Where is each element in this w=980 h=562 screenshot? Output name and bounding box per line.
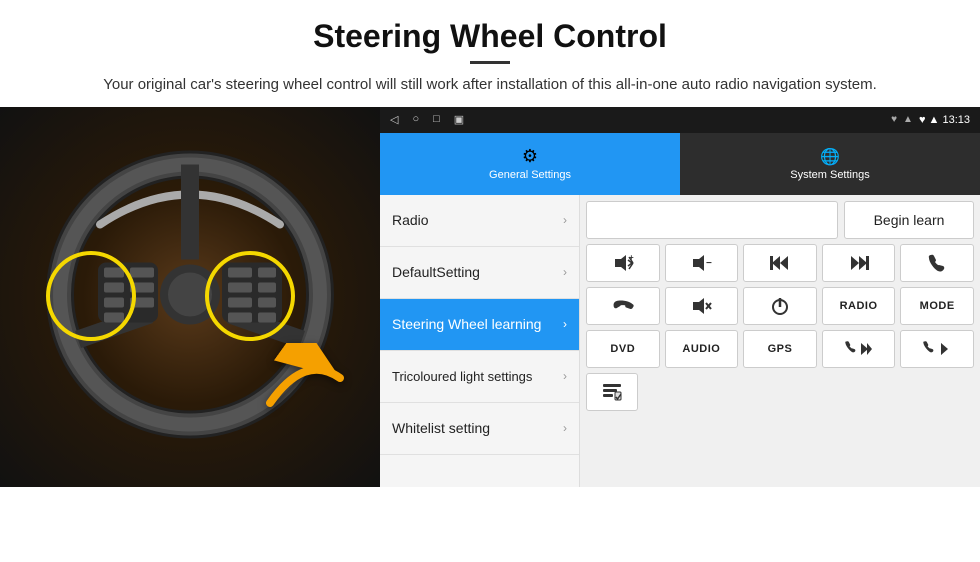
title-divider [470, 61, 510, 64]
home-icon[interactable]: ○ [412, 113, 419, 126]
main-content: Radio › DefaultSetting › Steering Wheel … [380, 195, 980, 487]
android-panel: ◁ ○ □ ▣ ♥ ▲ ♥ ▲ 13:13 ⚙ General Settings… [380, 107, 980, 487]
svg-text:−: − [706, 258, 712, 269]
tab-bar: ⚙ General Settings 🌐 System Settings [380, 133, 980, 195]
menu-item-whitelist[interactable]: Whitelist setting › [380, 403, 579, 455]
volume-up-button[interactable]: + [586, 244, 660, 282]
menu-item-radio-label: Radio [392, 212, 563, 228]
phone-hangup-button[interactable] [586, 287, 660, 325]
menu-item-steering[interactable]: Steering Wheel learning › [380, 299, 579, 351]
car-image-panel [0, 107, 380, 487]
learn-input[interactable] [586, 201, 838, 239]
tab-general[interactable]: ⚙ General Settings [380, 133, 680, 195]
status-bar-right: ♥ ▲ ♥ ▲ 13:13 [891, 114, 970, 126]
page-title: Steering Wheel Control [40, 18, 940, 55]
radio-button[interactable]: RADIO [822, 287, 896, 325]
whitelist-icon-button[interactable] [586, 373, 638, 411]
whitelist-row [586, 373, 974, 411]
recents-icon[interactable]: □ [433, 113, 440, 126]
page-header: Steering Wheel Control Your original car… [0, 0, 980, 107]
chevron-icon-steering: › [563, 317, 567, 331]
phone-answer-button[interactable] [900, 244, 974, 282]
phone-next-button[interactable] [900, 330, 974, 368]
chevron-icon-whitelist: › [563, 421, 567, 435]
begin-learn-button[interactable]: Begin learn [844, 201, 974, 239]
button-row-2: RADIO MODE [586, 287, 974, 325]
status-bar-left: ◁ ○ □ ▣ [390, 113, 464, 126]
highlight-circle-right [205, 251, 295, 341]
clock: ♥ ▲ 13:13 [919, 114, 970, 126]
system-settings-icon: 🌐 [820, 147, 840, 167]
control-panel: Begin learn + [580, 195, 980, 487]
menu-item-whitelist-label: Whitelist setting [392, 420, 563, 436]
status-bar: ◁ ○ □ ▣ ♥ ▲ ♥ ▲ 13:13 [380, 107, 980, 133]
chevron-icon-default: › [563, 265, 567, 279]
audio-button[interactable]: AUDIO [665, 330, 739, 368]
page-subtitle: Your original car's steering wheel contr… [40, 74, 940, 97]
menu-item-default-label: DefaultSetting [392, 264, 563, 280]
signal-icon: ▲ [903, 114, 913, 125]
screenshot-icon[interactable]: ▣ [454, 113, 464, 126]
menu-item-steering-label: Steering Wheel learning [392, 316, 563, 332]
content-area: ◁ ○ □ ▣ ♥ ▲ ♥ ▲ 13:13 ⚙ General Settings… [0, 107, 980, 487]
menu-item-radio[interactable]: Radio › [380, 195, 579, 247]
button-row-3: DVD AUDIO GPS [586, 330, 974, 368]
power-button[interactable] [743, 287, 817, 325]
back-icon[interactable]: ◁ [390, 113, 398, 126]
general-settings-icon: ⚙ [522, 146, 538, 167]
next-track-button[interactable] [822, 244, 896, 282]
button-row-1: + − [586, 244, 974, 282]
begin-learn-row: Begin learn [586, 201, 974, 239]
arrow-overlay [260, 343, 350, 418]
tab-system[interactable]: 🌐 System Settings [680, 133, 980, 195]
mode-button[interactable]: MODE [900, 287, 974, 325]
menu-item-tricoloured[interactable]: Tricoloured light settings › [380, 351, 579, 403]
svg-text:+: + [629, 253, 634, 262]
menu-item-default[interactable]: DefaultSetting › [380, 247, 579, 299]
volume-down-button[interactable]: − [665, 244, 739, 282]
mute-button[interactable] [665, 287, 739, 325]
dvd-button[interactable]: DVD [586, 330, 660, 368]
menu-item-tricoloured-label: Tricoloured light settings [392, 369, 563, 384]
chevron-icon-tricoloured: › [563, 369, 567, 383]
gps-button[interactable]: GPS [743, 330, 817, 368]
chevron-icon-radio: › [563, 213, 567, 227]
tab-system-label: System Settings [790, 169, 869, 181]
menu-panel: Radio › DefaultSetting › Steering Wheel … [380, 195, 580, 487]
prev-track-button[interactable] [743, 244, 817, 282]
location-icon: ♥ [891, 114, 897, 125]
highlight-circle-left [46, 251, 136, 341]
phone-prev-button[interactable] [822, 330, 896, 368]
tab-general-label: General Settings [489, 169, 571, 181]
